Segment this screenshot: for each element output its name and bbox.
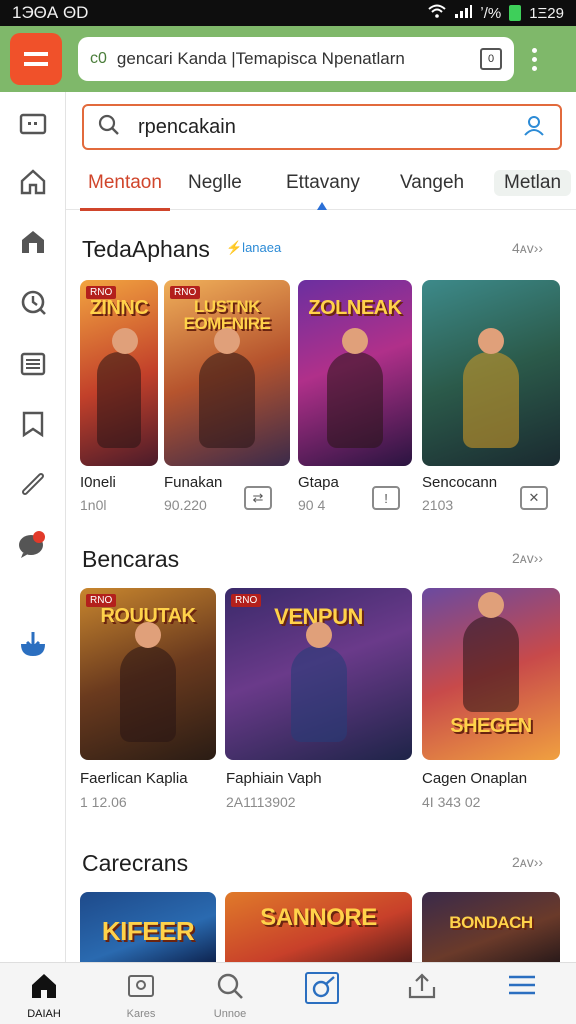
wifi-icon (428, 4, 447, 22)
game-card[interactable]: BONDACH (422, 892, 560, 962)
see-more-link[interactable]: 4ᴀᴠ›› (512, 240, 543, 256)
overflow-menu-icon[interactable] (532, 47, 537, 71)
game-title[interactable]: Cagen Onaplan (422, 770, 527, 787)
game-title[interactable]: Faerlican Kaplia (80, 770, 188, 787)
nav-label: Kares (126, 1008, 156, 1020)
share-button[interactable]: ⇄ (244, 486, 272, 510)
store-icon[interactable] (17, 226, 49, 258)
status-left-text: 1ЭΘА ΘD (12, 3, 89, 22)
chat-icon[interactable] (17, 528, 49, 560)
nav-share[interactable] (387, 971, 457, 1006)
see-more-link[interactable]: 2ᴀᴠ›› (512, 550, 543, 566)
map-icon (126, 971, 156, 1006)
tab-mentaon[interactable]: Mentaon (80, 172, 170, 211)
url-prefix: c0 (90, 50, 107, 67)
search-input[interactable]: rpencakain (138, 116, 522, 139)
search-icon (215, 971, 245, 1006)
card-art-title: ZOLNEAK (308, 297, 402, 319)
nav-label: Unnoe (213, 1008, 247, 1020)
card-art-title: SANNORE (260, 904, 377, 931)
game-meta: 4I 343 02 (422, 794, 481, 810)
tab-ettavany[interactable]: Ettavany (286, 172, 360, 194)
signal-icon (454, 4, 473, 22)
user-icon[interactable] (522, 113, 546, 142)
battery-icon (509, 5, 522, 21)
game-meta: 2A1113902 (226, 794, 296, 810)
close-button[interactable]: ✕ (520, 486, 548, 510)
game-title[interactable]: Faphiain Vaph (226, 770, 322, 787)
game-meta: 1n0l (80, 497, 107, 513)
see-more-link[interactable]: 2ᴀᴠ›› (512, 854, 543, 870)
game-meta: 90.220 (164, 497, 207, 513)
nav-search[interactable]: Unnoe (195, 971, 265, 1020)
nav-games[interactable] (287, 971, 357, 1010)
game-card[interactable]: SHEGEN (422, 588, 560, 760)
card-art-title: ZINNC (89, 297, 149, 319)
menu-icon (506, 971, 538, 1004)
game-meta: 2103 (422, 497, 454, 513)
nav-menu[interactable] (487, 971, 557, 1004)
game-meta: 90 4 (298, 497, 326, 513)
download-icon[interactable] (17, 628, 49, 660)
game-card[interactable] (422, 280, 560, 466)
app-logo-icon[interactable] (10, 33, 62, 85)
game-card[interactable]: RNO ZINNC (80, 280, 158, 466)
section-title: Carecrans (82, 850, 189, 876)
section-badge: ⚡lanaea (226, 240, 282, 255)
category-tabs: Mentaon Neglle Ettavany Vangeh Metlan (66, 160, 576, 211)
game-title[interactable]: I0neli (80, 474, 116, 491)
card-art-title: LUSTNK EOMENIRE (183, 297, 271, 333)
section-title: TedaAphans (82, 236, 210, 262)
screen-icon[interactable] (17, 108, 49, 140)
game-card[interactable]: SANNORE (225, 892, 412, 962)
share-icon (406, 971, 438, 1006)
search-field[interactable]: rpencakain (82, 104, 562, 150)
game-card[interactable]: RNO ROUUTAK (80, 588, 216, 760)
game-card[interactable]: ZOLNEAK (298, 280, 412, 466)
status-bar: 1ЭΘА ΘD ʼ/% 1Ξ29 (0, 0, 576, 26)
home-icon (29, 971, 59, 1006)
nav-home[interactable]: DΑΙΑΗ (9, 971, 79, 1020)
game-card[interactable]: KIFEER (80, 892, 216, 962)
home-icon[interactable] (17, 166, 49, 198)
left-rail (0, 92, 66, 962)
url-text[interactable]: gencari Kanda |Temapisca Npenatlarn (117, 49, 474, 69)
nav-maps[interactable]: Kares (106, 971, 176, 1020)
tab-switcher-button[interactable]: 0 (480, 48, 502, 70)
address-bar[interactable]: c0 gencari Kanda |Temapisca Npenatlarn 0 (78, 37, 514, 81)
bookmark-icon[interactable] (17, 408, 49, 440)
search-icon (98, 114, 120, 141)
gamepad-icon (304, 971, 340, 1010)
card-art-title: BONDACH (449, 913, 533, 932)
clock-time: 1Ξ29 (529, 4, 564, 22)
card-art-title: SHEGEN (450, 715, 532, 737)
nav-label: DΑΙΑΗ (27, 1008, 61, 1020)
tab-metlan[interactable]: Metlan (494, 170, 572, 196)
game-title[interactable]: Gtapa (298, 474, 339, 491)
status-indicators: ʼ/% 1Ξ29 (428, 4, 564, 22)
link-icon[interactable] (17, 468, 49, 500)
game-meta: 1 12.06 (80, 794, 127, 810)
card-art-title: KIFEER (101, 916, 195, 946)
game-card[interactable]: RNO VENPUN (225, 588, 412, 760)
info-button[interactable]: ! (372, 486, 400, 510)
game-card[interactable]: RNO LUSTNK EOMENIRE (164, 280, 290, 466)
bottom-navigation: DΑΙΑΗ Kares Unnoe (0, 962, 576, 1024)
tab-neglle[interactable]: Neglle (188, 172, 242, 194)
signal-text: ʼ/% (480, 4, 502, 22)
clock-icon[interactable] (17, 286, 49, 318)
list-icon[interactable] (17, 348, 49, 380)
game-title[interactable]: Funakan (164, 474, 222, 491)
game-title[interactable]: Sencocann (422, 474, 497, 491)
browser-toolbar: c0 gencari Kanda |Temapisca Npenatlarn 0 (0, 26, 576, 92)
tab-vangeh[interactable]: Vangeh (400, 172, 464, 194)
section-title: Bencaras (82, 546, 180, 572)
tab-indicator-icon (317, 202, 327, 210)
